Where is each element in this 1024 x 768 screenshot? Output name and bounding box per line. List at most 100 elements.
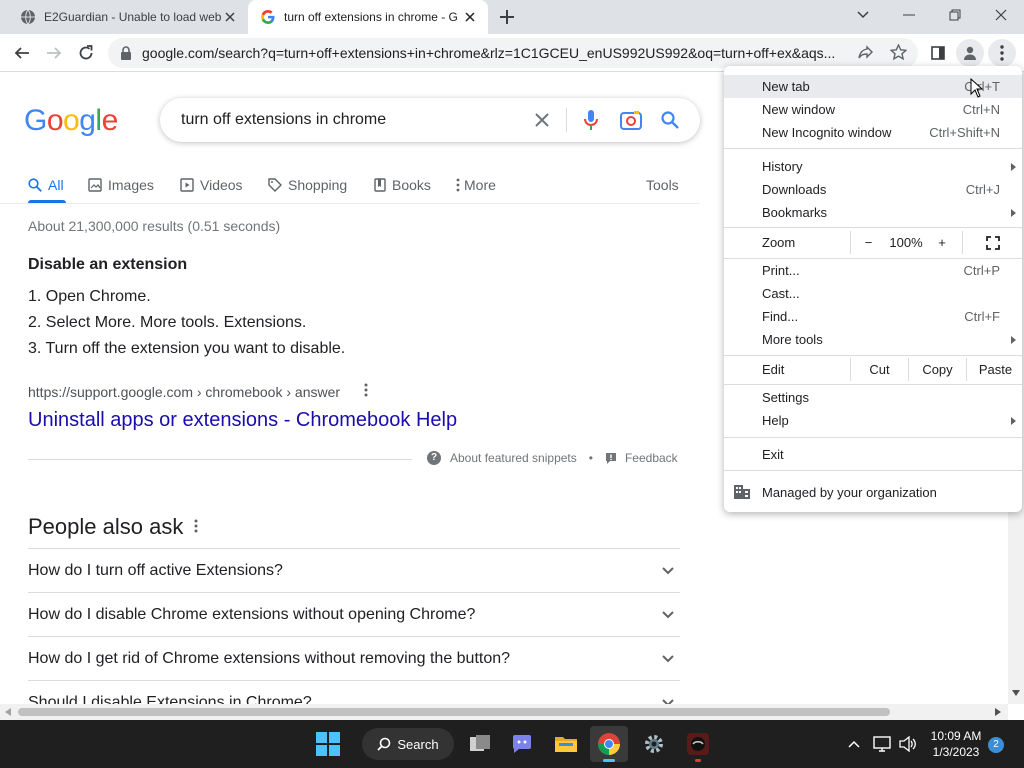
menu-item-find[interactable]: Find... Ctrl+F	[724, 305, 1022, 328]
menu-item-label: New window	[762, 102, 835, 117]
reload-button[interactable]	[72, 39, 100, 67]
lock-icon[interactable]	[120, 46, 132, 60]
zoom-out-button[interactable]: −	[850, 231, 886, 254]
paa-options-button[interactable]	[194, 518, 198, 534]
tab-videos[interactable]: Videos	[180, 172, 243, 198]
fullscreen-button[interactable]	[962, 231, 1022, 254]
tab-images[interactable]: Images	[88, 172, 154, 198]
tab-all[interactable]: All	[28, 172, 64, 198]
image-icon	[88, 178, 102, 192]
minimize-button[interactable]	[886, 0, 932, 30]
close-window-button[interactable]	[978, 0, 1024, 30]
scrollbar-thumb[interactable]	[18, 708, 890, 716]
paste-button[interactable]: Paste	[966, 358, 1024, 381]
search-input[interactable]: turn off extensions in chrome	[181, 111, 386, 129]
back-button[interactable]	[8, 39, 36, 67]
menu-item-help[interactable]: Help	[724, 409, 1022, 432]
arrow-right-icon	[47, 47, 62, 59]
result-link[interactable]: Uninstall apps or extensions - Chromeboo…	[28, 409, 457, 432]
chrome-menu-button[interactable]	[988, 39, 1016, 67]
menu-item-label: Cast...	[762, 286, 800, 301]
result-options-button[interactable]	[364, 382, 368, 398]
forward-button[interactable]	[40, 39, 68, 67]
taskbar-clock[interactable]: 10:09 AM 1/3/2023	[918, 728, 994, 760]
side-panel-button[interactable]	[924, 39, 952, 67]
volume-button[interactable]	[896, 726, 920, 762]
network-icon	[873, 736, 891, 752]
settings-taskbar-button[interactable]	[636, 726, 672, 762]
copy-button[interactable]: Copy	[908, 358, 966, 381]
network-status-button[interactable]	[870, 726, 894, 762]
tab-search-button[interactable]	[840, 0, 886, 30]
menu-item-settings[interactable]: Settings	[724, 386, 1022, 409]
teams-chat-button[interactable]	[504, 726, 540, 762]
gear-icon	[645, 735, 663, 753]
taskbar-search-label: Search	[397, 736, 439, 752]
horizontal-scrollbar[interactable]	[0, 704, 1008, 720]
microphone-icon[interactable]	[579, 108, 603, 132]
chevron-down-icon	[662, 610, 674, 618]
restore-button[interactable]	[932, 0, 978, 30]
star-icon[interactable]	[890, 44, 907, 61]
menu-item-new-incognito-window[interactable]: New Incognito window Ctrl+Shift+N	[724, 121, 1022, 144]
menu-item-cast[interactable]: Cast...	[724, 282, 1022, 305]
menu-item-zoom: Zoom − 100% +	[724, 231, 1022, 254]
submenu-arrow-icon	[1011, 162, 1016, 171]
search-icon	[28, 178, 42, 192]
tools-button[interactable]: Tools	[646, 172, 679, 198]
profile-button[interactable]	[956, 39, 984, 67]
close-icon[interactable]	[222, 9, 238, 25]
search-icon[interactable]	[658, 108, 682, 132]
paa-question[interactable]: How do I get rid of Chrome extensions wi…	[28, 636, 680, 680]
more-vert-icon	[1000, 45, 1004, 61]
zoom-in-button[interactable]: +	[926, 231, 958, 254]
search-box[interactable]: turn off extensions in chrome	[160, 98, 700, 142]
menu-item-new-window[interactable]: New window Ctrl+N	[724, 98, 1022, 121]
start-button[interactable]	[312, 726, 344, 762]
menu-item-print[interactable]: Print... Ctrl+P	[724, 259, 1022, 282]
menu-item-more-tools[interactable]: More tools	[724, 328, 1022, 351]
about-snippets-link[interactable]: About featured snippets	[450, 451, 577, 465]
google-logo[interactable]: Google	[24, 104, 118, 138]
menu-item-exit[interactable]: Exit	[724, 443, 1022, 466]
paa-question[interactable]: How do I turn off active Extensions?	[28, 548, 680, 592]
help-icon: ?	[427, 451, 441, 465]
app-taskbar-button[interactable]	[680, 726, 716, 762]
menu-item-managed[interactable]: Managed by your organization	[724, 481, 1022, 504]
paa-question[interactable]: Should I disable Extensions in Chrome?	[28, 680, 680, 704]
result-cite[interactable]: https://support.google.com › chromebook …	[28, 384, 340, 400]
taskbar-search-button[interactable]: Search	[362, 728, 454, 760]
task-view-button[interactable]	[462, 726, 498, 762]
clear-icon[interactable]	[530, 108, 554, 132]
show-hidden-icons-button[interactable]	[842, 726, 866, 762]
share-icon[interactable]	[858, 45, 874, 61]
new-tab-button[interactable]	[498, 8, 516, 26]
tab-e2guardian[interactable]: E2Guardian - Unable to load web	[8, 0, 248, 34]
paa-question[interactable]: How do I disable Chrome extensions witho…	[28, 592, 680, 636]
scroll-left-arrow-icon[interactable]	[5, 708, 11, 716]
building-icon	[734, 485, 750, 499]
tab-google-search[interactable]: turn off extensions in chrome - G	[248, 0, 488, 34]
close-icon	[995, 9, 1007, 21]
menu-separator	[724, 470, 1022, 471]
tab-shopping[interactable]: Shopping	[268, 172, 347, 198]
menu-item-downloads[interactable]: Downloads Ctrl+J	[724, 178, 1022, 201]
notification-badge[interactable]: 2	[988, 737, 1004, 753]
tab-more[interactable]: More	[456, 172, 496, 198]
camera-search-icon[interactable]	[619, 108, 643, 132]
address-bar[interactable]: google.com/search?q=turn+off+extensions+…	[108, 38, 918, 68]
feedback-link[interactable]: Feedback	[625, 451, 678, 465]
menu-item-history[interactable]: History	[724, 155, 1022, 178]
tab-books[interactable]: Books	[374, 172, 431, 198]
scroll-down-arrow-icon[interactable]	[1012, 690, 1020, 696]
menu-item-label: New tab	[762, 79, 810, 94]
cut-button[interactable]: Cut	[850, 358, 908, 381]
close-icon[interactable]	[462, 9, 478, 25]
file-explorer-button[interactable]	[548, 726, 584, 762]
scroll-right-arrow-icon[interactable]	[995, 708, 1001, 716]
menu-separator	[724, 437, 1022, 438]
side-panel-icon	[931, 46, 945, 60]
menu-item-bookmarks[interactable]: Bookmarks	[724, 201, 1022, 224]
tab-label: Images	[108, 177, 154, 193]
chrome-taskbar-button[interactable]	[590, 726, 628, 762]
